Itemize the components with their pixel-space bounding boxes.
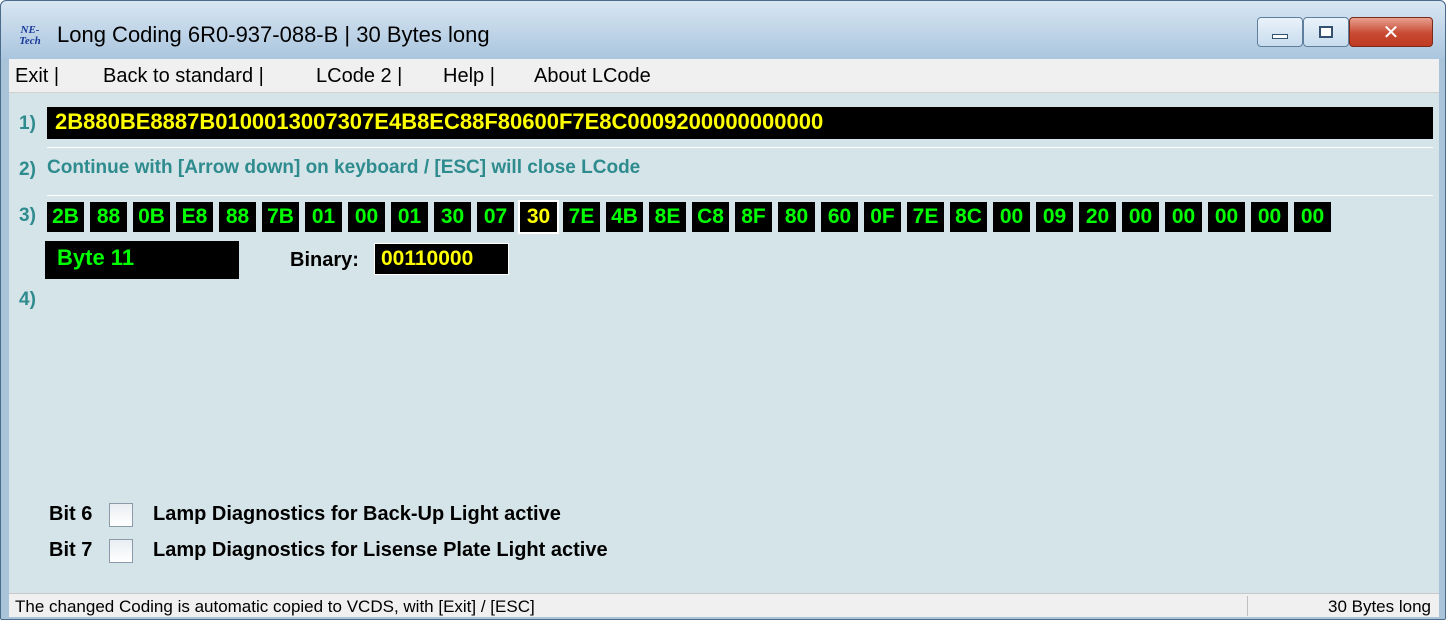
byte-cell[interactable]: 07: [477, 202, 514, 232]
status-message: The changed Coding is automatic copied t…: [15, 597, 535, 616]
byte-cell[interactable]: 2B: [47, 202, 84, 232]
lcode-window: NE- Tech Long Coding 6R0-937-088-B | 30 B…: [0, 0, 1446, 620]
menu-back-to-standard[interactable]: Back to standard |: [103, 65, 264, 88]
selected-byte-label: Byte 11: [45, 241, 239, 279]
row-label-2: 2): [19, 159, 36, 180]
byte-cell[interactable]: 00: [1208, 202, 1245, 232]
byte-cell[interactable]: 80: [778, 202, 815, 232]
byte-cell[interactable]: E8: [176, 202, 213, 232]
close-button[interactable]: ✕: [1349, 17, 1433, 47]
byte-list: 2B 88 0B E8 88 7B 01 00 01 30 07 30 7E 4B 8E C8 8F 80 60 0F…: [47, 200, 1331, 234]
byte-cell[interactable]: 20: [1079, 202, 1116, 232]
binary-value-field[interactable]: 00110000: [374, 243, 509, 275]
ne-tech-app-icon[interactable]: NE- Tech: [15, 25, 45, 51]
byte-cell[interactable]: 00: [1122, 202, 1159, 232]
byte-cell[interactable]: 60: [821, 202, 858, 232]
byte-cell[interactable]: 01: [305, 202, 342, 232]
byte-cell[interactable]: 8F: [735, 202, 772, 232]
byte-cell[interactable]: 00: [1294, 202, 1331, 232]
byte-cell[interactable]: 00: [1165, 202, 1202, 232]
menu-help[interactable]: Help |: [443, 65, 495, 88]
byte-cell[interactable]: 8C: [950, 202, 987, 232]
menu-bar: Exit | Back to standard | LCode 2 | Help…: [9, 59, 1439, 93]
menu-exit[interactable]: Exit |: [15, 65, 59, 88]
byte-cell[interactable]: 00: [348, 202, 385, 232]
byte-cell[interactable]: 7E: [563, 202, 600, 232]
status-bar: The changed Coding is automatic copied t…: [9, 593, 1439, 617]
bit-description: Lamp Diagnostics for Back-Up Light activ…: [153, 503, 561, 525]
byte-cell[interactable]: 30: [434, 202, 471, 232]
status-byte-count: 30 Bytes long: [1327, 597, 1431, 616]
byte-cell[interactable]: 00: [993, 202, 1030, 232]
byte-cell[interactable]: 0F: [864, 202, 901, 232]
bit-description: Lamp Diagnostics for Lisense Plate Light…: [153, 539, 608, 561]
byte-cell[interactable]: 01: [391, 202, 428, 232]
separator: [47, 147, 1433, 148]
coding-string-field[interactable]: 2B880BE8887B0100013007307E4B8EC88F80600F…: [47, 107, 1433, 139]
menu-lcode-2[interactable]: LCode 2 |: [316, 65, 402, 88]
byte-cell[interactable]: 88: [219, 202, 256, 232]
maximize-button[interactable]: [1303, 17, 1349, 47]
byte-cell[interactable]: 4B: [606, 202, 643, 232]
byte-cell[interactable]: 0B: [133, 202, 170, 232]
menu-about-lcode[interactable]: About LCode: [534, 65, 651, 88]
separator: [47, 195, 1433, 196]
bit-6-checkbox[interactable]: [109, 503, 133, 527]
close-icon: ✕: [1382, 22, 1400, 44]
row-label-1: 1): [19, 113, 36, 134]
minimize-button[interactable]: [1257, 17, 1303, 47]
window-title: Long Coding 6R0-937-088-B | 30 Bytes lon…: [57, 22, 490, 47]
byte-cell[interactable]: 09: [1036, 202, 1073, 232]
minimize-icon: [1272, 34, 1288, 39]
byte-cell[interactable]: C8: [692, 202, 729, 232]
bit-label: Bit 7: [49, 539, 93, 561]
byte-cell[interactable]: 7B: [262, 202, 299, 232]
row-label-3: 3): [19, 205, 36, 226]
byte-cell[interactable]: 7E: [907, 202, 944, 232]
byte-cell[interactable]: 00: [1251, 202, 1288, 232]
bit-7-checkbox[interactable]: [109, 539, 133, 563]
binary-label: Binary:: [290, 249, 359, 271]
byte-cell[interactable]: 8E: [649, 202, 686, 232]
maximize-icon: [1319, 26, 1333, 38]
instruction-text: Continue with [Arrow down] on keyboard /…: [47, 157, 641, 178]
status-divider: [1247, 596, 1248, 616]
byte-cell[interactable]: 30: [518, 200, 559, 234]
bit-label: Bit 6: [49, 503, 93, 525]
row-label-4: 4): [19, 289, 36, 310]
title-bar[interactable]: NE- Tech Long Coding 6R0-937-088-B | 30 B…: [1, 1, 1445, 59]
main-panel: 1) 2B880BE8887B0100013007307E4B8EC88F806…: [9, 93, 1439, 593]
byte-cell[interactable]: 88: [90, 202, 127, 232]
